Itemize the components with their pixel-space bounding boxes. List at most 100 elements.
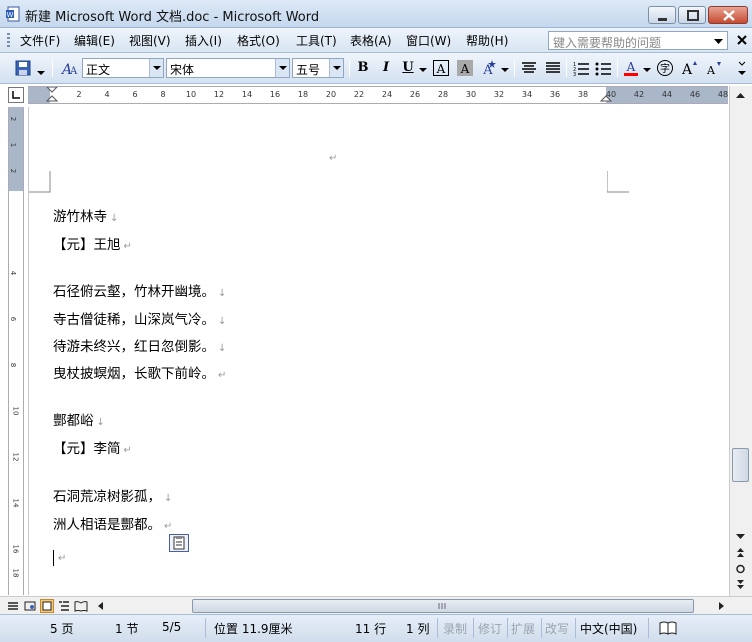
chevron-down-icon (329, 59, 343, 77)
scroll-up-icon[interactable] (732, 88, 749, 104)
tab-selector[interactable] (8, 87, 24, 103)
menu-insert[interactable]: 插入(I) (185, 32, 222, 49)
svg-text:A: A (681, 62, 693, 77)
word-document-icon: W (6, 6, 20, 22)
menu-table[interactable]: 表格(A) (350, 32, 392, 49)
scroll-down-icon[interactable] (732, 528, 749, 544)
numbered-list-icon[interactable]: 1 2 3 (572, 59, 590, 77)
ruler-tick-label: 12 (11, 452, 20, 462)
horizontal-ruler[interactable]: 2 4 6 8 10 12 14 16 18 20 22 24 26 28 30 32 34 36 38 40 42 44… (28, 86, 728, 104)
ruler-tick-label: 44 (661, 90, 673, 99)
menu-format[interactable]: 格式(O) (237, 32, 280, 49)
effects-options-icon[interactable] (500, 59, 510, 77)
style-select[interactable]: 正文 (82, 58, 164, 78)
enclose-char-icon[interactable]: 字 (656, 59, 674, 77)
font-color-icon[interactable]: A (622, 59, 640, 77)
indent-marker-icon[interactable] (46, 87, 58, 105)
status-separator (648, 618, 649, 638)
menu-help[interactable]: 帮助(H) (466, 32, 508, 49)
font-color-options-icon[interactable] (642, 59, 652, 77)
ruler-tick-label: 36 (549, 90, 561, 99)
doc-line: 石径俯云壑，竹林开幽境。 ↓ (53, 284, 227, 300)
toolbar-overflow-icon[interactable] (736, 59, 748, 77)
chevron-down-icon (275, 59, 289, 77)
ruler-tick-label: 8 (9, 362, 18, 368)
outline-view-icon[interactable] (57, 599, 71, 613)
underline-options-icon[interactable] (418, 59, 428, 77)
ruler-tick-label: 2 (9, 168, 18, 174)
minimize-button[interactable] (648, 6, 676, 24)
menu-file[interactable]: 文件(F) (20, 32, 60, 49)
horizontal-scrollbar[interactable] (0, 596, 752, 614)
menu-window[interactable]: 窗口(W) (406, 32, 451, 49)
vertical-ruler[interactable]: 2 1 2 4 6 8 10 12 14 16 18 (8, 107, 24, 595)
italic-button[interactable]: I (377, 59, 395, 77)
select-browse-object-icon[interactable] (732, 561, 749, 577)
toolbar-options-icon[interactable] (36, 59, 46, 77)
underline-button[interactable]: U (399, 59, 417, 77)
text-effects-icon[interactable]: A (480, 59, 498, 77)
scroll-left-icon[interactable] (96, 601, 106, 611)
menu-edit[interactable]: 编辑(E) (74, 32, 115, 49)
grip-handle[interactable] (7, 33, 10, 47)
status-separator (473, 618, 474, 638)
ruler-tick-label: 34 (521, 90, 533, 99)
menu-view[interactable]: 视图(V) (129, 32, 171, 49)
ruler-tick-label: 10 (11, 406, 20, 416)
status-ovr[interactable]: 改写 (545, 620, 569, 637)
styles-icon[interactable]: A A (60, 59, 78, 77)
align-center-icon[interactable] (520, 59, 538, 77)
ruler-tick-label: 6 (9, 316, 18, 322)
ruler-tick-label: 48 (717, 90, 729, 99)
bold-button[interactable]: B (354, 59, 372, 77)
spelling-grammar-icon[interactable] (658, 620, 678, 636)
shrink-font-icon[interactable]: A (704, 59, 722, 77)
vertical-scrollbar[interactable] (729, 86, 752, 596)
normal-view-icon[interactable] (6, 599, 20, 613)
menu-tools[interactable]: 工具(T) (296, 32, 337, 49)
status-trk[interactable]: 修订 (478, 620, 502, 637)
ruler-tick-label: 22 (353, 90, 365, 99)
ruler-tick-label: 42 (633, 90, 645, 99)
doc-line: 洲人相语是酆都。 ↵ (53, 517, 173, 533)
chevron-down-icon[interactable] (711, 32, 726, 49)
font-select[interactable]: 宋体 (166, 58, 290, 78)
status-language[interactable]: 中文(中国) (580, 620, 637, 637)
text-cursor (53, 550, 54, 566)
web-layout-view-icon[interactable] (23, 599, 37, 613)
status-ext[interactable]: 扩展 (511, 620, 535, 637)
print-layout-view-button[interactable] (40, 599, 54, 613)
maximize-button[interactable] (678, 6, 706, 24)
status-column: 1 列 (406, 622, 430, 636)
doc-line: 酆都峪 ↓ (53, 413, 105, 429)
ruler-tick-label: 4 (9, 270, 18, 276)
next-page-icon[interactable] (732, 577, 749, 593)
svg-text:A: A (436, 62, 446, 76)
save-icon[interactable] (14, 59, 32, 77)
margin-corner-mark (29, 171, 51, 193)
scroll-right-icon[interactable] (716, 601, 726, 611)
ruler-tick-label: 6 (132, 90, 138, 99)
scroll-thumb[interactable] (732, 448, 749, 482)
ruler-tick-label: 18 (11, 568, 20, 578)
close-document-icon[interactable] (736, 34, 748, 46)
paste-options-icon[interactable] (169, 534, 189, 552)
bullet-list-icon[interactable] (594, 59, 612, 77)
char-border-icon[interactable]: A (432, 59, 450, 77)
horizontal-scroll-thumb[interactable] (192, 599, 694, 613)
reading-layout-view-icon[interactable] (74, 599, 88, 613)
close-button[interactable] (708, 6, 748, 24)
ruler-tick-label: 24 (381, 90, 393, 99)
justify-icon[interactable] (544, 59, 562, 77)
ruler-tick-label: 14 (241, 90, 253, 99)
previous-page-icon[interactable] (732, 544, 749, 560)
doc-line: 曳杖披螟烟，长歌下前岭。 ↵ (53, 366, 227, 382)
document-page[interactable]: ↵ 游竹林寺 ↓ 【元】王旭 ↵ 石径俯云壑，竹林开幽境。 ↓ 寺古僧徒稀，山深岚气冷… (28, 107, 729, 595)
grow-font-icon[interactable]: A (680, 59, 698, 77)
help-search-input[interactable]: 键入需要帮助的问题 (548, 31, 728, 50)
status-rec[interactable]: 录制 (443, 620, 467, 637)
menu-bar: 文件(F) 编辑(E) 视图(V) 插入(I) 格式(O) 工具(T) 表格(A… (0, 28, 752, 53)
font-size-select[interactable]: 五号 (292, 58, 344, 78)
ruler-tick-label: 18 (297, 90, 309, 99)
char-shading-icon[interactable]: A (456, 59, 474, 77)
